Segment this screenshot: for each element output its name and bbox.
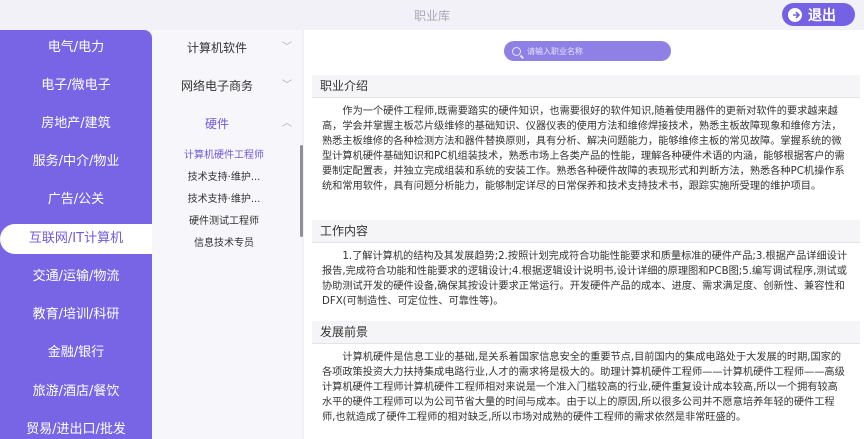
chevron-down-icon: ﹀ [282, 42, 292, 53]
work-section: 工作内容 1.了解计算机的结构及其发展趋势;2.按照计划完成符合功能性能要求和质… [312, 220, 860, 309]
industry-item-active[interactable]: 互联网/IT计算机 [0, 224, 152, 254]
category-label: 硬件 [204, 117, 229, 131]
industry-item[interactable]: 交通/运输/物流 [0, 262, 152, 292]
section-title: 发展前景 [312, 321, 860, 344]
detail-panel: 请输入职业名称 职业介绍 作为一个硬件工程师,既需要踏实的硬件知识，也需要很好的… [304, 30, 864, 439]
industry-item[interactable]: 旅游/酒店/餐饮 [0, 377, 152, 407]
window-title: 职业库 [413, 9, 450, 23]
category-panel: 计算机软件 ﹀ 网络电子商务 ﹀ 硬件 ︿ 计算机硬件工程师 技术支持·维护..… [152, 30, 303, 439]
occupation-item[interactable]: 硬件测试工程师 [152, 213, 300, 231]
logout-icon [788, 7, 802, 22]
section-text: 1.了解计算机的结构及其发展趋势;2.按照计划完成符合功能性能要求和质量标准的硬… [322, 251, 848, 307]
scrollbar[interactable] [300, 145, 303, 237]
search-icon [512, 46, 521, 56]
industry-item[interactable]: 房地产/建筑 [0, 109, 152, 139]
prospect-section: 发展前景 计算机硬件是信息工业的基础,是关系着国家信息安全的重要节点,目前国内的… [312, 321, 860, 425]
industry-item[interactable]: 教育/培训/科研 [0, 300, 152, 330]
category-item[interactable]: 计算机软件 ﹀ [152, 37, 302, 59]
category-item[interactable]: 网络电子商务 ﹀ [152, 75, 302, 97]
section-text: 计算机硬件是信息工业的基础,是关系着国家信息安全的重要节点,目前国内的集成电路处… [322, 352, 845, 423]
occupation-item[interactable]: 信息技术专员 [152, 235, 300, 253]
occupation-item[interactable]: 技术支持·维护... [152, 191, 300, 209]
category-label: 网络电子商务 [180, 79, 253, 93]
industry-item[interactable]: 服务/中介/物业 [0, 147, 152, 177]
category-label: 计算机软件 [186, 41, 247, 55]
industry-item[interactable]: 金融/银行 [0, 338, 152, 368]
industry-sidebar: 电气/电力 电子/微电子 房地产/建筑 服务/中介/物业 广告/公关 互联网/I… [0, 30, 152, 439]
industry-item[interactable]: 电气/电力 [0, 33, 152, 63]
occupation-item-active[interactable]: 计算机硬件工程师 [152, 147, 300, 165]
section-text: 作为一个硬件工程师,既需要踏实的硬件知识，也需要很好的软件知识,随着使用器件的更… [322, 106, 845, 192]
section-title: 职业介绍 [312, 75, 860, 98]
industry-item[interactable]: 贸易/进出口/批发 [0, 415, 152, 439]
exit-button[interactable]: 退出 [782, 3, 855, 26]
chevron-down-icon: ﹀ [282, 80, 292, 91]
chevron-up-icon: ︿ [282, 118, 292, 129]
title-bar: 职业库 退出 [0, 0, 864, 30]
occupation-item[interactable]: 技术支持·维护... [152, 169, 300, 187]
category-item-open[interactable]: 硬件 ︿ [152, 113, 302, 135]
exit-label: 退出 [808, 7, 836, 24]
industry-item[interactable]: 广告/公关 [0, 185, 152, 215]
industry-item[interactable]: 电子/微电子 [0, 71, 152, 101]
section-title: 工作内容 [312, 220, 860, 243]
search-input[interactable]: 请输入职业名称 [504, 41, 671, 61]
intro-section: 职业介绍 作为一个硬件工程师,既需要踏实的硬件知识，也需要很好的软件知识,随着使… [312, 75, 860, 194]
search-placeholder: 请输入职业名称 [527, 46, 583, 56]
